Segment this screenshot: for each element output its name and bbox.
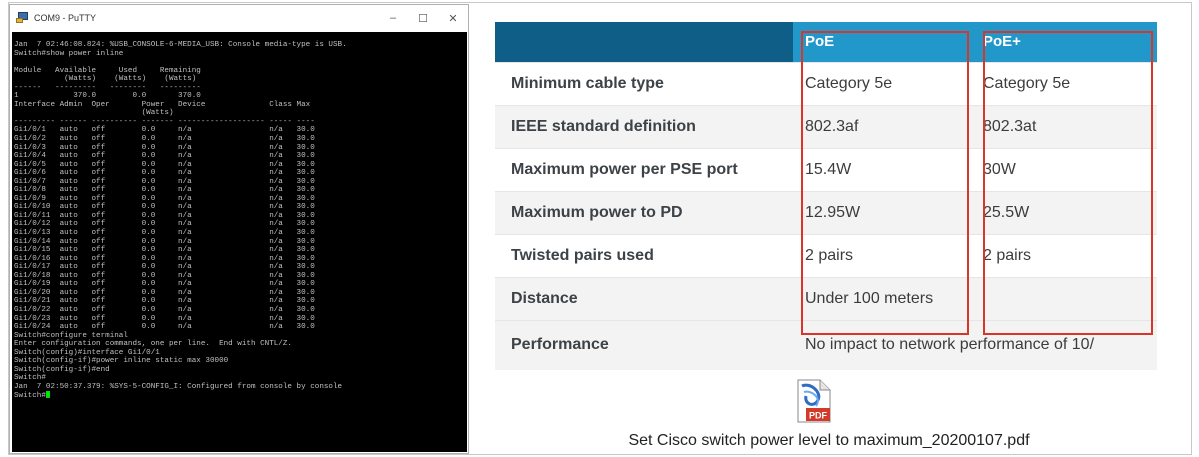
- terminal-output: Jan 7 02:46:08.824: %USB_CONSOLE-6-MEDIA…: [12, 32, 467, 400]
- window-title: COM9 - PuTTY: [34, 13, 97, 23]
- performance-row: Performance No impact to network perform…: [495, 319, 1157, 370]
- putty-window: COM9 - PuTTY – ☐ ✕ Jan 7 02:46:08.824: %…: [9, 4, 469, 454]
- terminal-line: Switch#configure terminal: [14, 331, 128, 340]
- performance-value: No impact to network performance of 10/: [793, 319, 1157, 370]
- poe-plus-cell: 2 pairs: [971, 233, 1157, 277]
- terminal-line: --------- ------ ---------- ------- ----…: [14, 117, 315, 126]
- terminal-line: Gi1/0/21 auto off 0.0 n/a n/a 30.0: [14, 297, 315, 306]
- terminal-line: Gi1/0/11 auto off 0.0 n/a n/a 30.0: [14, 211, 315, 220]
- putty-titlebar: COM9 - PuTTY – ☐ ✕: [10, 5, 468, 31]
- maximize-button[interactable]: ☐: [408, 12, 438, 25]
- row-label: Twisted pairs used: [495, 233, 793, 277]
- header-corner: [495, 22, 793, 62]
- poe-plus-cell: Category 5e: [971, 61, 1157, 105]
- terminal-line: (Watts): [14, 109, 174, 118]
- terminal-line: (Watts) (Watts) (Watts): [14, 75, 197, 84]
- terminal-line: Gi1/0/12 auto off 0.0 n/a n/a 30.0: [14, 220, 315, 229]
- terminal-line: Gi1/0/17 auto off 0.0 n/a n/a 30.0: [14, 263, 315, 272]
- terminal-line: Gi1/0/6 auto off 0.0 n/a n/a 30.0: [14, 169, 315, 178]
- terminal-line: Gi1/0/16 auto off 0.0 n/a n/a 30.0: [14, 254, 315, 263]
- terminal-line: Gi1/0/24 auto off 0.0 n/a n/a 30.0: [14, 323, 315, 332]
- row-label: Distance: [495, 276, 793, 320]
- terminal-line: Switch(config-if)#power inline static ma…: [14, 357, 229, 366]
- terminal-line: 1 370.0 0.0 370.0: [14, 92, 201, 101]
- minimize-button[interactable]: –: [378, 12, 408, 24]
- terminal-line: Gi1/0/15 auto off 0.0 n/a n/a 30.0: [14, 246, 315, 255]
- header-poe-plus: PoE+: [971, 22, 1157, 62]
- terminal-line: Gi1/0/7 auto off 0.0 n/a n/a 30.0: [14, 177, 315, 186]
- terminal-line: Switch(config)#interface Gi1/0/1: [14, 348, 160, 357]
- table-row: Minimum cable type Category 5e Category …: [495, 61, 1157, 105]
- table-row: Twisted pairs used 2 pairs 2 pairs: [495, 233, 1157, 277]
- terminal-line: Gi1/0/13 auto off 0.0 n/a n/a 30.0: [14, 229, 315, 238]
- terminal-line: Interface Admin Oper Power Device Class …: [14, 100, 311, 109]
- poe-cell: 2 pairs: [793, 233, 971, 277]
- poe-plus-cell: [971, 276, 1157, 320]
- terminal-cursor: [45, 391, 50, 399]
- row-label: Performance: [495, 319, 793, 370]
- pdf-file-icon[interactable]: PDF: [792, 378, 836, 424]
- table-row: Distance Under 100 meters: [495, 276, 1157, 320]
- terminal-line: ------ --------- -------- ---------: [14, 83, 201, 92]
- poe-plus-cell: 802.3at: [971, 104, 1157, 148]
- poe-cell: Under 100 meters: [793, 276, 971, 320]
- row-label: Minimum cable type: [495, 61, 793, 105]
- terminal-screen[interactable]: Jan 7 02:46:08.824: %USB_CONSOLE-6-MEDIA…: [12, 32, 467, 452]
- terminal-line: Gi1/0/5 auto off 0.0 n/a n/a 30.0: [14, 160, 315, 169]
- pdf-badge: PDF: [809, 411, 828, 421]
- poe-cell: 15.4W: [793, 147, 971, 191]
- table-row: IEEE standard definition 802.3af 802.3at: [495, 104, 1157, 148]
- poe-plus-cell: 30W: [971, 147, 1157, 191]
- terminal-line: Gi1/0/8 auto off 0.0 n/a n/a 30.0: [14, 186, 315, 195]
- putty-icon: [16, 12, 30, 24]
- terminal-line: Enter configuration commands, one per li…: [14, 340, 292, 349]
- poe-cell: Category 5e: [793, 61, 971, 105]
- terminal-line: Switch#: [14, 374, 46, 383]
- terminal-line: Gi1/0/9 auto off 0.0 n/a n/a 30.0: [14, 194, 315, 203]
- document-area: PoE PoE+ Minimum cable type Category 5e …: [470, 4, 1188, 452]
- terminal-line: Gi1/0/3 auto off 0.0 n/a n/a 30.0: [14, 143, 315, 152]
- poe-plus-cell: 25.5W: [971, 190, 1157, 234]
- row-label: Maximum power per PSE port: [495, 147, 793, 191]
- terminal-line: Jan 7 02:46:08.824: %USB_CONSOLE-6-MEDIA…: [14, 41, 347, 49]
- terminal-line: Gi1/0/4 auto off 0.0 n/a n/a 30.0: [14, 152, 315, 161]
- table-header-row: PoE PoE+: [495, 22, 1157, 62]
- poe-comparison-table: PoE PoE+ Minimum cable type Category 5e …: [495, 22, 1157, 374]
- terminal-line: Gi1/0/23 auto off 0.0 n/a n/a 30.0: [14, 314, 315, 323]
- terminal-line: Gi1/0/22 auto off 0.0 n/a n/a 30.0: [14, 305, 315, 314]
- terminal-line: Module Available Used Remaining: [14, 66, 201, 75]
- terminal-line: Gi1/0/20 auto off 0.0 n/a n/a 30.0: [14, 288, 315, 297]
- close-button[interactable]: ✕: [438, 12, 468, 25]
- header-poe: PoE: [793, 22, 971, 62]
- pdf-filename[interactable]: Set Cisco switch power level to maximum_…: [470, 432, 1188, 450]
- terminal-line: Switch(config-if)#end: [14, 365, 110, 374]
- terminal-line: Switch#: [14, 391, 467, 400]
- poe-cell: 12.95W: [793, 190, 971, 234]
- terminal-line: Gi1/0/1 auto off 0.0 n/a n/a 30.0: [14, 126, 315, 135]
- terminal-line: Gi1/0/19 auto off 0.0 n/a n/a 30.0: [14, 280, 315, 289]
- terminal-line: Jan 7 02:50:37.379: %SYS-5-CONFIG_I: Con…: [14, 382, 343, 391]
- row-label: IEEE standard definition: [495, 104, 793, 148]
- terminal-line: Gi1/0/10 auto off 0.0 n/a n/a 30.0: [14, 203, 315, 212]
- terminal-line: Gi1/0/2 auto off 0.0 n/a n/a 30.0: [14, 135, 315, 144]
- terminal-line: Gi1/0/14 auto off 0.0 n/a n/a 30.0: [14, 237, 315, 246]
- table-row: Maximum power per PSE port 15.4W 30W: [495, 147, 1157, 191]
- terminal-line: Switch#show power inline: [14, 49, 124, 58]
- poe-cell: 802.3af: [793, 104, 971, 148]
- terminal-line: Gi1/0/18 auto off 0.0 n/a n/a 30.0: [14, 271, 315, 280]
- row-label: Maximum power to PD: [495, 190, 793, 234]
- table-row: Maximum power to PD 12.95W 25.5W: [495, 190, 1157, 234]
